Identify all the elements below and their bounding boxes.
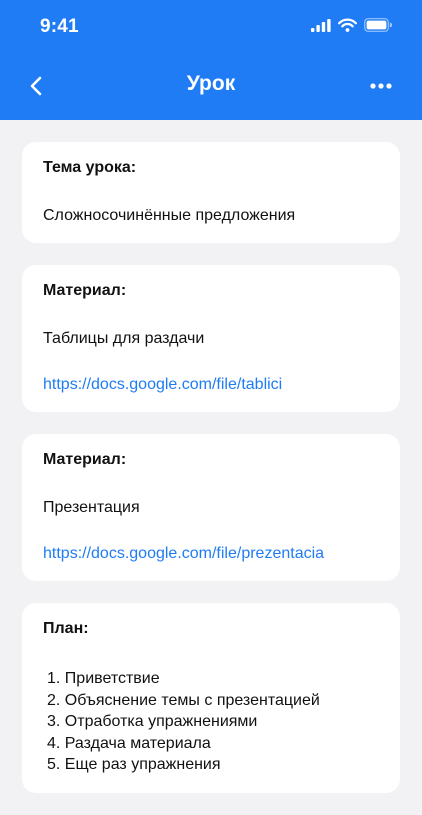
material-name: Презентация [43, 499, 140, 516]
lesson-content: Тема урока: Сложносочинённые предложения… [22, 142, 400, 815]
plan-item: 1. Приветствие [47, 670, 160, 687]
material-card: Материал: Таблицы для раздачи https://do… [22, 265, 400, 412]
material-link[interactable]: https://docs.google.com/file/prezentacia [43, 544, 379, 564]
status-time: 9:41 [40, 16, 79, 37]
plan-item: 3. Отработка упражнениями [47, 713, 258, 730]
wifi-icon [338, 18, 357, 32]
topic-label: Тема урока: [43, 159, 137, 176]
topic-card: Тема урока: Сложносочинённые предложения [22, 142, 400, 243]
plan-item: 2. Объяснение темы с презентацией [47, 691, 320, 709]
signal-icon [311, 18, 331, 32]
navbar: Урок [0, 62, 422, 108]
material-label: Материал: [43, 282, 127, 299]
plan-item: 4. Раздача материала [47, 734, 211, 752]
status-icons [311, 18, 392, 32]
material-label: Материал: [43, 451, 127, 468]
plan-card: План: 1. Приветствие 2. Объяснение темы … [22, 603, 400, 793]
plan-label: План: [43, 620, 89, 637]
status-bar: 9:41 [0, 0, 422, 54]
topic-value: Сложносочинённые предложения [43, 207, 296, 224]
plan-item: 5. Еще раз упражнения [47, 756, 221, 773]
battery-icon [364, 18, 392, 32]
page-title: Урок [186, 72, 236, 95]
material-name: Таблицы для раздачи [43, 330, 205, 347]
more-button[interactable] [366, 74, 396, 98]
more-icon [370, 83, 392, 89]
header: 9:41 Урок [0, 0, 422, 120]
material-card: Материал: Презентация https://docs.googl… [22, 434, 400, 581]
material-link[interactable]: https://docs.google.com/file/tablici [43, 375, 379, 395]
plan-list: 1. Приветствие 2. Объяснение темы с през… [43, 668, 379, 776]
